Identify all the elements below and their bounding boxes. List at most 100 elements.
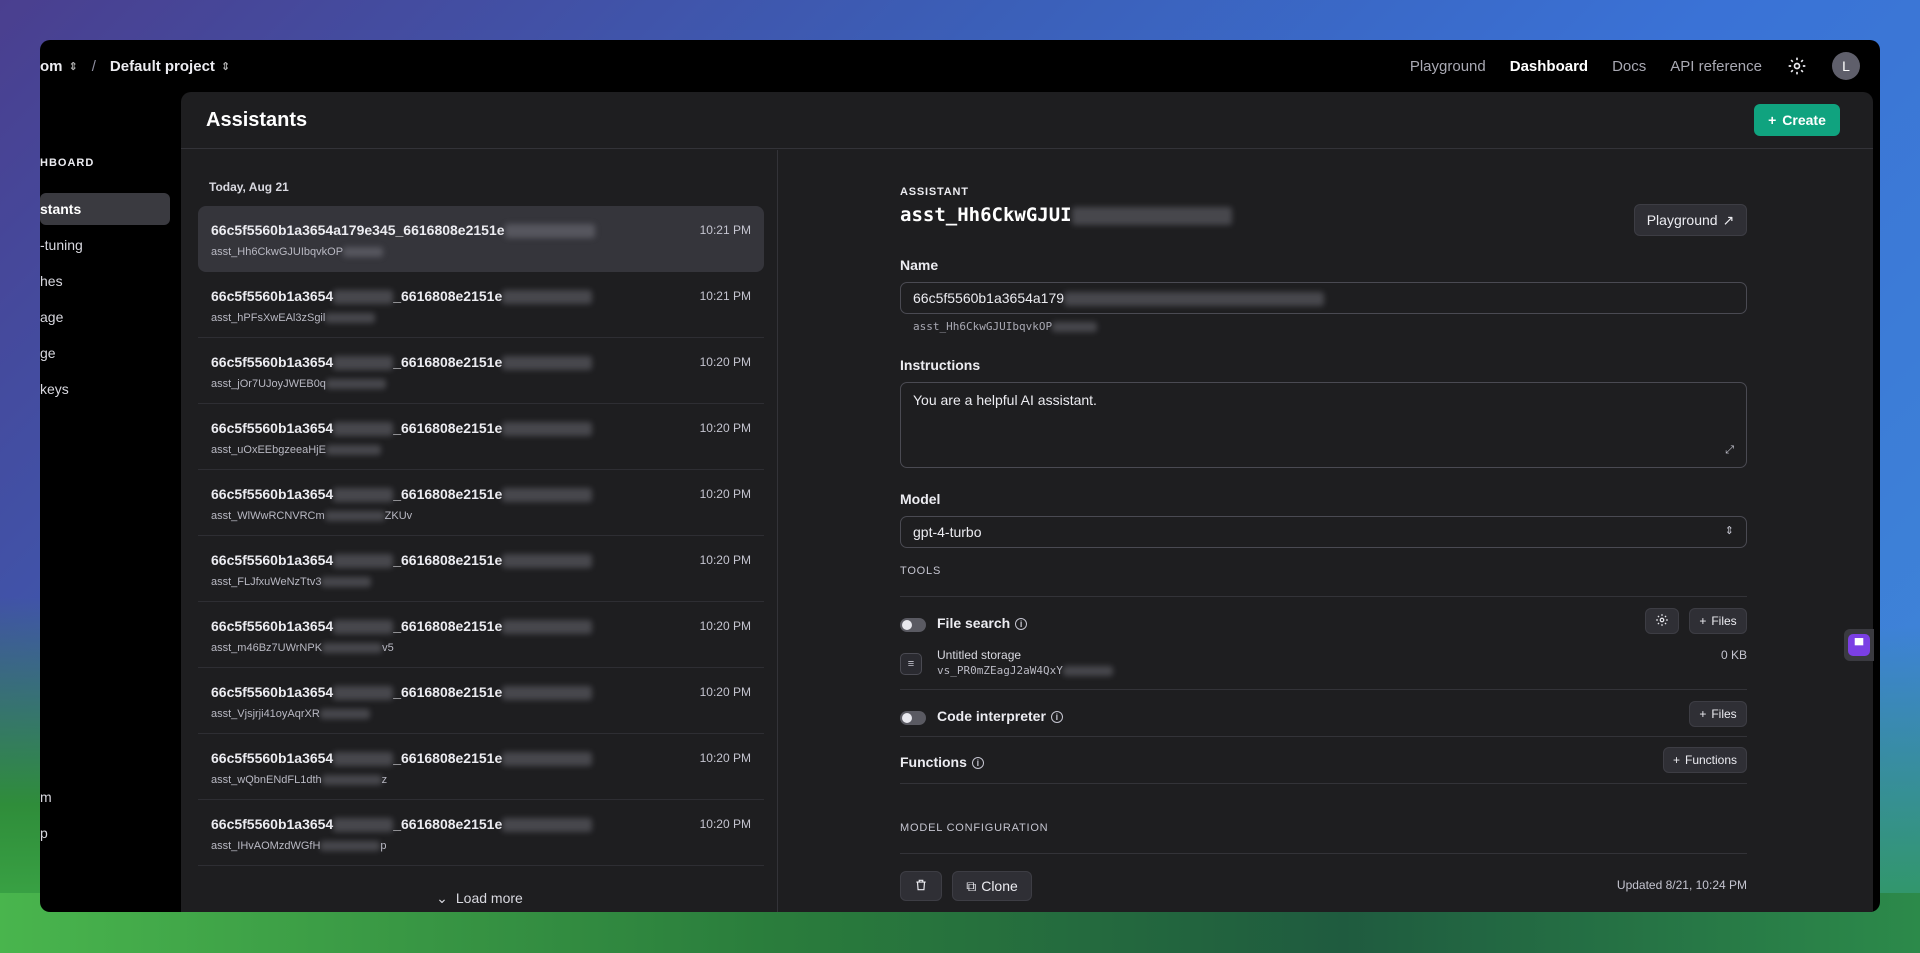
list-item[interactable]: 66c5f5560b1a3654 _6616808e2151e asst_wQbn…	[198, 734, 764, 800]
redacted-block	[1052, 322, 1098, 332]
clone-button[interactable]: ⧉ Clone	[952, 871, 1032, 901]
avatar[interactable]: L	[1832, 52, 1860, 80]
sidebar-item-assistants[interactable]: stants	[40, 193, 170, 225]
redacted-block	[325, 313, 376, 324]
sidebar-item-fine-tuning[interactable]: -tuning	[40, 229, 170, 261]
model-value: gpt-4-turbo	[913, 524, 982, 540]
list-item-id: asst_FLJfxuWeNzTtv3	[211, 576, 372, 588]
playground-button[interactable]: Playground ↗	[1634, 204, 1747, 236]
playground-button-label: Playground	[1646, 212, 1718, 228]
sidebar-item-label: -tuning	[40, 237, 83, 253]
functions-label: Functions i	[900, 754, 984, 770]
storage-name: Untitled storage	[937, 648, 1022, 662]
sidebar-item-label: stants	[40, 201, 82, 217]
list-item-id: asst_hPFsXwEAl3zSgil	[211, 312, 376, 324]
name-tail: _6616808e2151e	[393, 816, 503, 832]
delete-button[interactable]	[900, 871, 942, 901]
storage-id: vs_PR0mZEagJ2aW4QxY	[937, 664, 1113, 677]
list-item[interactable]: 66c5f5560b1a3654 _6616808e2151e asst_jOr7…	[198, 338, 764, 404]
list-item-time: 10:20 PM	[699, 619, 751, 633]
list-item-id: asst_Hh6CkwGJUIbqvkOP	[211, 246, 384, 258]
redacted-block	[324, 511, 385, 522]
divider	[900, 736, 1747, 737]
create-button-label: Create	[1782, 112, 1826, 128]
name-subid-text: asst_Hh6CkwGJUIbqvkOP	[913, 320, 1053, 333]
file-search-label: File search i	[937, 615, 1028, 631]
id-text: asst_uOxEEbgzeeaHjE	[211, 444, 326, 456]
file-search-toggle[interactable]	[900, 618, 926, 632]
list-item[interactable]: 66c5f5560b1a3654 _6616808e2151e asst_WlWw…	[198, 470, 764, 536]
list-item[interactable]: 66c5f5560b1a3654 _6616808e2151e asst_hPFs…	[198, 272, 764, 338]
redacted-block	[320, 841, 381, 852]
nav-api-reference[interactable]: API reference	[1670, 58, 1762, 75]
gear-icon[interactable]	[1786, 55, 1808, 77]
side-widget[interactable]: ▀	[1844, 629, 1874, 661]
id-text: asst_Vjsjrji41oyAqrXR	[211, 708, 320, 720]
plus-icon: +	[1672, 753, 1680, 767]
instructions-textarea[interactable]: You are a helpful AI assistant. ⤢	[900, 382, 1747, 468]
expand-icon[interactable]: ⤢	[1725, 444, 1734, 457]
nav-playground[interactable]: Playground	[1410, 58, 1486, 75]
sidebar-item-bottom-2[interactable]: p	[40, 817, 170, 849]
sidebar-item-storage[interactable]: age	[40, 301, 170, 333]
project-switcher[interactable]: Default project ⇕	[110, 58, 230, 75]
assistant-id-text: asst_Hh6CkwGJUI	[900, 204, 1072, 226]
redacted-block	[333, 356, 394, 371]
id-tail: ZKUv	[384, 510, 413, 522]
name-tail: _6616808e2151e	[393, 618, 503, 634]
name-input[interactable]: 66c5f5560b1a3654a179	[900, 282, 1747, 314]
info-icon[interactable]: i	[971, 757, 984, 770]
id-text: asst_Hh6CkwGJUIbqvkOP	[211, 246, 344, 258]
sidebar-item-batches[interactable]: hes	[40, 265, 170, 297]
list-item-id: asst_WlWwRCNVRCm ZKUv	[211, 510, 412, 522]
divider	[900, 853, 1747, 854]
list-item[interactable]: 66c5f5560b1a3654 _6616808e2151e asst_FLJf…	[198, 536, 764, 602]
sidebar-item-bottom-1[interactable]: m	[40, 781, 170, 813]
project-name: Default project	[109, 57, 215, 75]
list-item-id: asst_jOr7UJoyJWEB0q	[211, 378, 386, 390]
file-search-add-files-button[interactable]: + Files	[1689, 608, 1747, 634]
add-functions-button[interactable]: + Functions	[1663, 747, 1747, 773]
list-item[interactable]: 66c5f5560b1a3654 _6616808e2151e asst_m46B…	[198, 602, 764, 668]
list-item[interactable]: 66c5f5560b1a3654 _6616808e2151e asst_Vjsj…	[198, 668, 764, 734]
redacted-block	[502, 488, 593, 503]
sidebar-item-label: hes	[40, 273, 63, 289]
list-item[interactable]: 66c5f5560b1a3654a179e345_6616808e2151e a…	[198, 206, 764, 272]
redacted-block	[333, 290, 394, 305]
storage-id-text: vs_PR0mZEagJ2aW4QxY	[937, 664, 1063, 677]
nav-docs[interactable]: Docs	[1612, 58, 1646, 75]
plus-icon: +	[1699, 707, 1707, 721]
list-item-time: 10:20 PM	[699, 685, 751, 699]
code-interpreter-toggle[interactable]	[900, 711, 926, 725]
name-value: 66c5f5560b1a3654a179	[913, 290, 1065, 306]
info-icon[interactable]: i	[1050, 711, 1063, 724]
redacted-block	[325, 445, 381, 456]
file-search-settings-button[interactable]	[1645, 608, 1679, 634]
create-button[interactable]: + Create	[1754, 104, 1840, 136]
info-icon[interactable]: i	[1015, 618, 1028, 631]
redacted-block	[502, 356, 593, 371]
code-interpreter-add-files-button[interactable]: + Files	[1689, 701, 1747, 727]
assistant-list: Today, Aug 21 66c5f5560b1a3654a179e345_6…	[181, 150, 778, 912]
tools-label: TOOLS	[900, 565, 942, 577]
list-item-id: asst_uOxEEbgzeeaHjE	[211, 444, 381, 456]
load-more-label: Load more	[455, 890, 523, 906]
chevron-updown-icon: ⇕	[68, 60, 78, 73]
redacted-block	[502, 752, 593, 767]
sidebar-heading: HBOARD	[40, 157, 95, 169]
model-select[interactable]: gpt-4-turbo ⇕	[900, 516, 1747, 548]
name-text: 66c5f5560b1a3654	[211, 288, 334, 304]
list-item[interactable]: 66c5f5560b1a3654 _6616808e2151e asst_IHvA…	[198, 800, 764, 866]
nav-dashboard[interactable]: Dashboard	[1510, 58, 1588, 75]
redacted-block	[1062, 666, 1113, 676]
load-more-button[interactable]: ⌄ Load more	[181, 890, 778, 907]
sidebar-item-usage[interactable]: ge	[40, 337, 170, 369]
list-date-header: Today, Aug 21	[209, 180, 289, 194]
list-item[interactable]: 66c5f5560b1a3654 _6616808e2151e asst_uOxE…	[198, 404, 764, 470]
org-switcher[interactable]: om ⇕	[40, 58, 78, 75]
redacted-block	[333, 488, 394, 503]
list-item-id: asst_Vjsjrji41oyAqrXR	[211, 708, 370, 720]
sidebar-item-api-keys[interactable]: keys	[40, 373, 170, 405]
code-interpreter-text: Code interpreter	[937, 708, 1046, 724]
name-text: 66c5f5560b1a3654a179e345_6616808e2151e	[211, 222, 505, 238]
